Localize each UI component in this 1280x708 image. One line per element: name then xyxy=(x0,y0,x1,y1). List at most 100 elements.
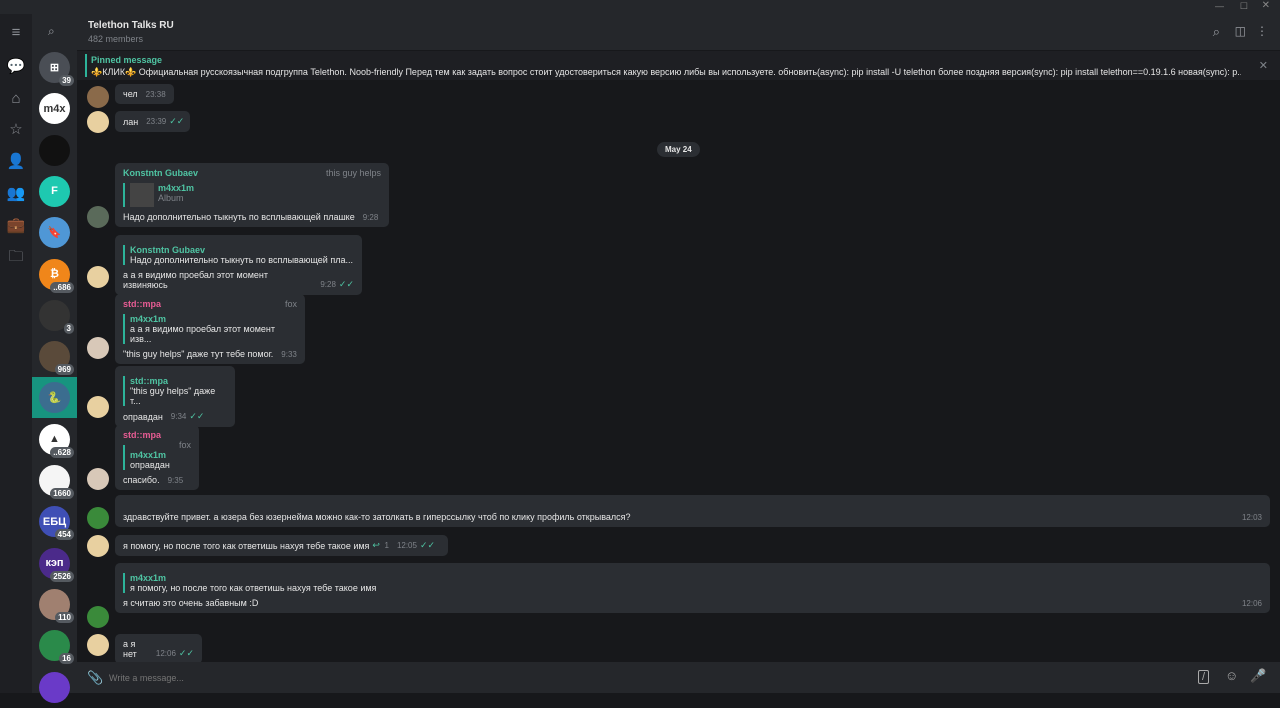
message-bubble[interactable]: я помогу, но после того как ответишь нах… xyxy=(115,535,448,556)
reply-quote[interactable]: m4xx1m я помогу, но после того как ответи… xyxy=(123,573,1262,593)
message-time: 12:06 xyxy=(155,649,176,658)
message-time: 23:39 xyxy=(146,117,167,126)
sender-name[interactable]: std::mpa xyxy=(123,430,161,440)
reply-quote[interactable]: Konstntn Gubaev Надо дополнительно тыкнут… xyxy=(123,245,354,265)
sender-avatar[interactable] xyxy=(87,111,109,133)
sender-avatar[interactable] xyxy=(87,266,109,288)
message-text: а а я видимо проебал этот момент извиняю… xyxy=(123,270,268,290)
minimize-button[interactable]: — xyxy=(1215,1,1224,11)
chat-list-item[interactable]: 16 xyxy=(32,625,77,666)
all-chats-icon[interactable]: 💬 xyxy=(6,56,26,76)
chat-list-item[interactable]: 1660 xyxy=(32,460,77,501)
reply-quote[interactable]: std::mpa "this guy helps" даже т... xyxy=(123,376,227,406)
read-checkmarks-icon: ✓✓ xyxy=(419,540,436,550)
message-time: 9:34 xyxy=(170,412,187,421)
pinned-text: ⚜️КЛИК⚜️ Официальная русскоязычная подгр… xyxy=(91,67,1241,77)
pinned-message-bar[interactable]: Pinned message ⚜️КЛИК⚜️ Официальная русс… xyxy=(77,51,1280,80)
sender-avatar[interactable] xyxy=(87,535,109,557)
close-pinned-icon[interactable]: ✕ xyxy=(1259,59,1268,72)
chat-avatar: 🔖 xyxy=(39,217,70,249)
chat-list-item[interactable]: 3 xyxy=(32,295,77,336)
message-bubble[interactable]: m4xx1m я помогу, но после того как ответи… xyxy=(115,563,1270,613)
folder-sidebar: ≡ 💬 ⌂ ☆ 👤 👥 💼 🗀 xyxy=(0,14,32,693)
chat-list-item[interactable]: 110 xyxy=(32,584,77,625)
commands-icon[interactable]: / xyxy=(1198,670,1210,684)
message-bubble[interactable]: чел 23:38 xyxy=(115,84,174,104)
home-icon[interactable]: ⌂ xyxy=(6,88,26,108)
unread-badge: 969 xyxy=(54,364,74,376)
chat-list-item[interactable]: 🔖 xyxy=(32,212,77,253)
sender-avatar[interactable] xyxy=(87,634,109,656)
sender-avatar[interactable] xyxy=(87,86,109,108)
read-checkmarks-icon: ✓✓ xyxy=(169,116,185,126)
message-bubble[interactable]: а я нет 12:06 ✓✓ xyxy=(115,634,202,664)
reply-quote[interactable]: m4xx1m а а я видимо проебал этот момент и… xyxy=(123,314,297,344)
unread-badge: 39 xyxy=(59,75,74,86)
folder-icon[interactable]: 🗀 xyxy=(6,248,26,268)
message-text: Надо дополнительно тыкнуть по всплывающе… xyxy=(123,212,355,222)
chat-title[interactable]: Telethon Talks RU xyxy=(88,20,174,31)
reply-text: а а я видимо проебал этот момент изв... xyxy=(130,324,275,344)
sender-avatar[interactable] xyxy=(87,337,109,359)
emoji-icon[interactable]: ☺ xyxy=(1225,668,1238,683)
reply-author: std::mpa xyxy=(130,376,168,386)
group-icon[interactable]: 👥 xyxy=(6,183,26,203)
search-icon[interactable]: ⌕ xyxy=(48,24,55,39)
more-icon[interactable]: ⋮ xyxy=(1256,24,1268,38)
message-text: оправдан xyxy=(123,412,163,422)
message-bubble[interactable]: лан 23:39 ✓✓ xyxy=(115,111,190,132)
attach-icon[interactable]: 📎 xyxy=(87,670,103,686)
chat-list-item[interactable]: ЕБЦ 454 xyxy=(32,501,77,542)
message-bubble[interactable]: std::mpa "this guy helps" даже т...оправд… xyxy=(115,366,235,427)
reply-quote[interactable]: m4xx1m Album xyxy=(123,183,381,207)
chat-list-item[interactable]: F xyxy=(32,171,77,212)
chat-avatar: m4x xyxy=(39,93,70,125)
unread-badge: 454 xyxy=(54,529,74,541)
message-bubble[interactable]: здравствуйте привет. а юзера без юзерней… xyxy=(115,495,1270,527)
chat-list-item[interactable]: ▲ ..628 xyxy=(32,419,77,460)
microphone-icon[interactable]: 🎤 xyxy=(1250,668,1266,684)
sender-avatar[interactable] xyxy=(87,206,109,228)
chat-avatar xyxy=(39,134,70,166)
maximize-button[interactable]: ☐ xyxy=(1240,1,1248,12)
sidebar-toggle-icon[interactable]: ◫ xyxy=(1235,24,1246,38)
reply-arrow-icon[interactable]: ↩ xyxy=(372,540,380,550)
message-bubble[interactable]: Konstntn Gubaev Надо дополнительно тыкнут… xyxy=(115,235,362,295)
chat-avatar: 🐍 xyxy=(39,382,70,414)
chat-list-item[interactable]: m4x xyxy=(32,88,77,129)
chat-list-item[interactable]: 969 xyxy=(32,336,77,377)
search-icon[interactable]: ⌕ xyxy=(1213,24,1220,40)
message-bubble[interactable]: std::mpa foxm4xx1m а а я видимо проебал эт… xyxy=(115,294,305,364)
unread-badge: ..686 xyxy=(50,281,74,293)
reply-count[interactable]: 1 xyxy=(384,541,388,550)
sender-avatar[interactable] xyxy=(87,468,109,490)
sender-avatar[interactable] xyxy=(87,606,109,628)
chat-list-item[interactable]: кэп 2526 xyxy=(32,543,77,584)
sender-name[interactable]: Konstntn Gubaev xyxy=(123,168,198,178)
chat-avatar: ЕБЦ 454 xyxy=(39,506,74,541)
unread-badge: 110 xyxy=(55,611,74,623)
sender-name[interactable]: std::mpa xyxy=(123,299,161,309)
sender-avatar[interactable] xyxy=(87,507,109,529)
close-window-button[interactable]: ✕ xyxy=(1262,0,1270,11)
admin-title: fox xyxy=(284,299,297,309)
message-text: я помогу, но после того как ответишь нах… xyxy=(123,541,370,551)
unread-badge: 16 xyxy=(59,653,74,665)
unread-badge: ..628 xyxy=(50,446,74,458)
star-icon[interactable]: ☆ xyxy=(6,119,26,139)
user-icon[interactable]: 👤 xyxy=(6,151,26,171)
album-thumbnail xyxy=(130,183,154,207)
chat-list-item[interactable]: 🐍 xyxy=(32,377,77,419)
chat-list-item[interactable] xyxy=(32,130,77,171)
admin-title: this guy helps xyxy=(325,168,381,178)
message-bubble[interactable]: std::mpa fox m4xx1m оправдан спасибо. 9:35 xyxy=(115,425,199,490)
window-titlebar: — ☐ ✕ xyxy=(0,0,1280,14)
chat-list-item[interactable]: ⊞ 39 xyxy=(32,47,77,88)
menu-icon[interactable]: ≡ xyxy=(6,22,26,42)
chat-list-item[interactable] xyxy=(32,667,77,708)
message-bubble[interactable]: Konstntn Gubaev this guy helps m4xx1m Album… xyxy=(115,163,389,227)
briefcase-icon[interactable]: 💼 xyxy=(6,215,26,235)
message-input[interactable] xyxy=(109,669,1189,687)
chat-list-item[interactable]: ₿ ..686 xyxy=(32,254,77,295)
sender-avatar[interactable] xyxy=(87,396,109,418)
